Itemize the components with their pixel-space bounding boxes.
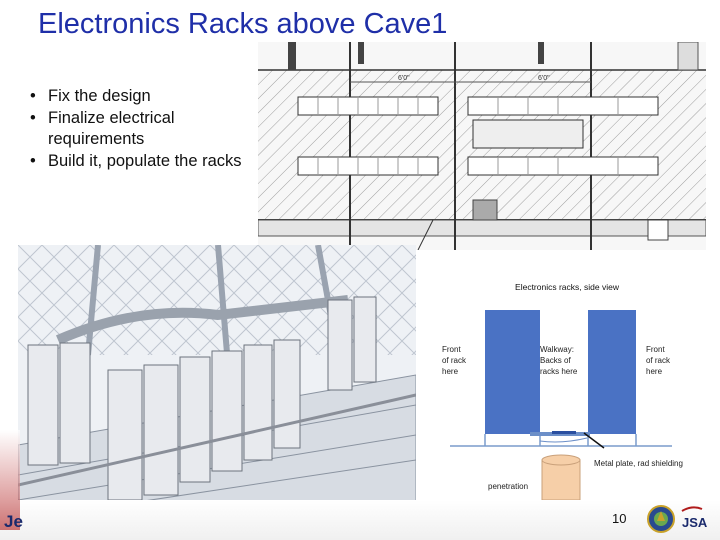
rack-layout-drawing: 6'0" 6'0" — [258, 42, 706, 250]
front-right-label: Front — [646, 345, 665, 354]
right-rack — [588, 310, 636, 434]
bullet-item: Finalize electrical requirements — [28, 108, 243, 151]
jsa-logo-icon: JSA — [681, 506, 708, 530]
walkway-label: Walkway: — [540, 345, 574, 354]
front-left-label: here — [442, 367, 459, 376]
dimension-label: 6'0" — [538, 75, 550, 82]
front-right-label: of rack — [646, 356, 671, 365]
diagram-title: Electronics racks, side view — [515, 282, 620, 292]
jefferson-lab-logo: Je — [4, 512, 23, 531]
front-right-label: here — [646, 367, 663, 376]
slide-title: Electronics Racks above Cave1 — [38, 8, 448, 40]
rack-3d-render — [18, 245, 416, 530]
jsa-logo-text: JSA — [682, 515, 708, 530]
left-rack — [485, 310, 540, 434]
front-left-label: of rack — [442, 356, 467, 365]
bullet-item: Build it, populate the racks — [28, 151, 243, 173]
penetration-label: penetration — [488, 482, 528, 491]
doe-seal-icon — [647, 505, 675, 533]
side-view-diagram: Electronics racks, side view Front of ra… — [422, 276, 712, 501]
metal-plate-label: Metal plate, rad shielding — [594, 459, 683, 468]
bullet-list: Fix the design Finalize electrical requi… — [28, 86, 243, 172]
walkway-label: racks here — [540, 367, 578, 376]
dimension-label: 6'0" — [398, 75, 410, 82]
front-left-label: Front — [442, 345, 461, 354]
walkway-label: Backs of — [540, 356, 571, 365]
bullet-item: Fix the design — [28, 86, 243, 108]
slide-number: 10 — [612, 511, 627, 526]
